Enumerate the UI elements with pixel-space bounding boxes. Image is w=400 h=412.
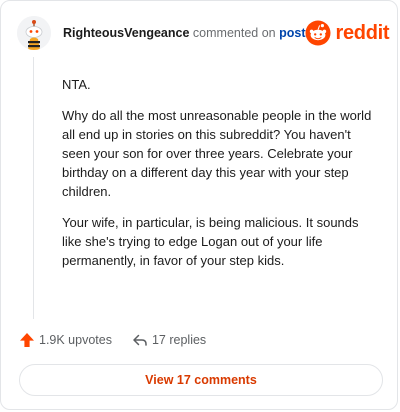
username-link[interactable]: RighteousVengeance: [63, 26, 189, 40]
snoo-avatar-icon: [17, 16, 51, 50]
comment-card: RighteousVengeance commented on post red…: [0, 0, 398, 410]
comment-paragraph: NTA.: [62, 77, 91, 92]
reddit-logo[interactable]: reddit: [305, 20, 390, 46]
reddit-alien-logo-icon: [305, 20, 331, 46]
user-avatar[interactable]: [17, 16, 51, 50]
view-comments-button[interactable]: View 17 comments: [19, 364, 383, 396]
upvote-button[interactable]: 1.9K upvotes: [19, 332, 112, 348]
reply-count: 17 replies: [151, 333, 207, 347]
comment-paragraph: Why do all the most unreasonable people …: [62, 108, 372, 199]
reply-arrow-icon: [133, 334, 147, 346]
post-link[interactable]: post: [279, 26, 305, 40]
thread-line: [33, 57, 34, 319]
replies-button[interactable]: 17 replies: [132, 332, 206, 348]
comment-paragraph: Your wife, in particular, is being malic…: [62, 215, 359, 268]
arrow-up-icon: [20, 333, 34, 347]
comment-footer: 1.9K upvotes 17 replies: [19, 329, 206, 351]
comment-meta: RighteousVengeance commented on post: [63, 26, 305, 40]
comment-body: NTA. Why do all the most unreasonable pe…: [62, 75, 374, 282]
commented-on-text: commented on: [192, 26, 276, 40]
comment-header: RighteousVengeance commented on post red…: [17, 15, 390, 51]
reddit-wordmark: reddit: [335, 21, 390, 44]
upvote-count: 1.9K upvotes: [39, 333, 112, 347]
